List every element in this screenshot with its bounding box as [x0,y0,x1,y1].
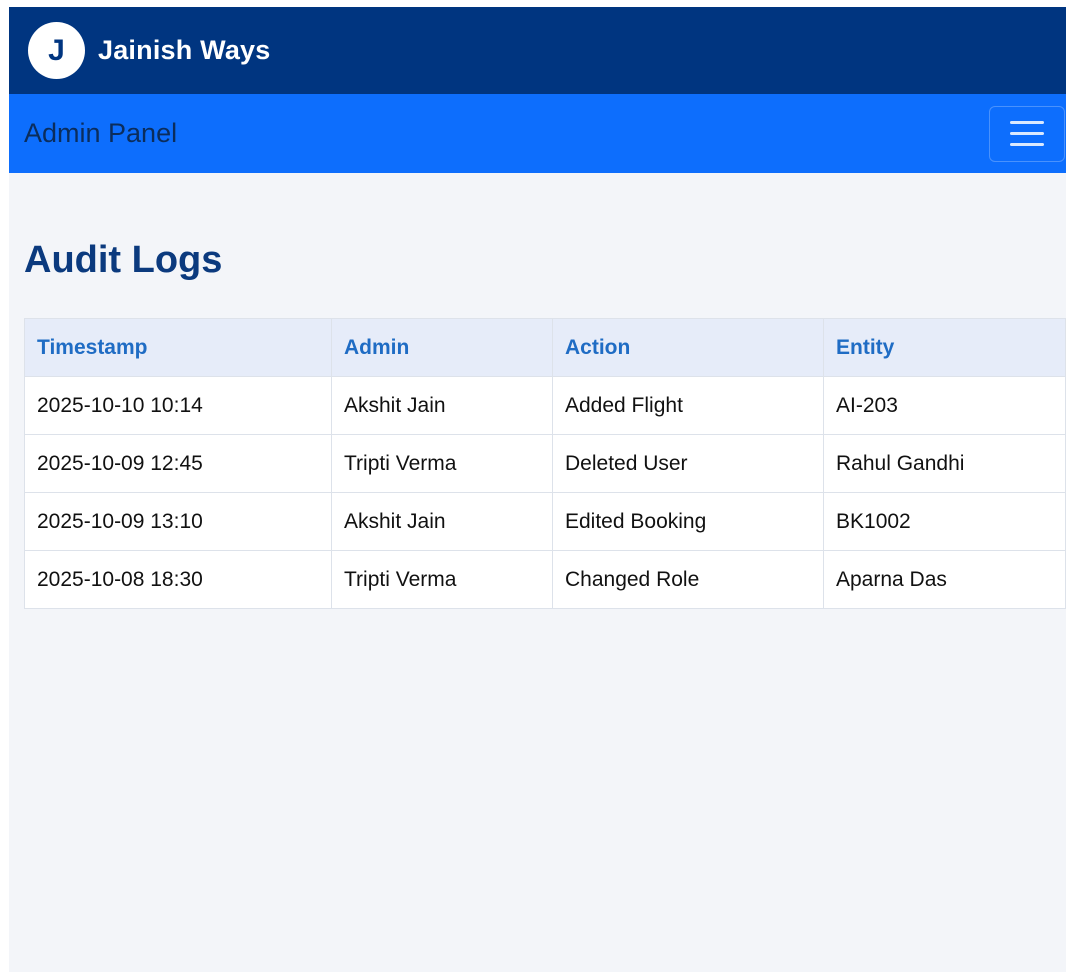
table-header-row: Timestamp Admin Action Entity [24,318,1066,377]
cell-action: Changed Role [552,550,824,609]
cell-action: Edited Booking [552,492,824,551]
column-header-action: Action [552,318,824,377]
brand-logo[interactable]: J [28,22,85,79]
cell-admin: Akshit Jain [331,492,553,551]
cell-admin: Akshit Jain [331,376,553,435]
admin-navbar: Admin Panel [9,94,1066,173]
table-row: 2025-10-09 13:10 Akshit Jain Edited Book… [24,492,1066,551]
cell-timestamp: 2025-10-10 10:14 [24,376,332,435]
audit-logs-table: Timestamp Admin Action Entity 2025-10-10… [24,318,1066,609]
table-row: 2025-10-09 12:45 Tripti Verma Deleted Us… [24,434,1066,493]
brand-bar: J Jainish Ways [9,7,1066,94]
hamburger-menu-icon[interactable] [989,105,1065,162]
cell-entity: BK1002 [823,492,1066,551]
cell-timestamp: 2025-10-09 13:10 [24,492,332,551]
menu-bar-line [1010,121,1044,124]
main-content: Audit Logs Timestamp Admin Action Entity… [9,237,1066,609]
column-header-timestamp: Timestamp [24,318,332,377]
cell-timestamp: 2025-10-08 18:30 [24,550,332,609]
cell-admin: Tripti Verma [331,550,553,609]
table-row: 2025-10-10 10:14 Akshit Jain Added Fligh… [24,376,1066,435]
column-header-admin: Admin [331,318,553,377]
cell-entity: Aparna Das [823,550,1066,609]
table-row: 2025-10-08 18:30 Tripti Verma Changed Ro… [24,550,1066,609]
column-header-entity: Entity [823,318,1066,377]
cell-action: Added Flight [552,376,824,435]
cell-admin: Tripti Verma [331,434,553,493]
cell-entity: Rahul Gandhi [823,434,1066,493]
brand-name[interactable]: Jainish Ways [98,35,270,66]
cell-entity: AI-203 [823,376,1066,435]
app-frame: J Jainish Ways Admin Panel Audit Logs Ti… [9,7,1066,972]
page-title: Audit Logs [24,239,223,281]
menu-bar-line [1010,132,1044,135]
navbar-title[interactable]: Admin Panel [24,118,177,149]
cell-timestamp: 2025-10-09 12:45 [24,434,332,493]
menu-bar-line [1010,143,1044,146]
cell-action: Deleted User [552,434,824,493]
